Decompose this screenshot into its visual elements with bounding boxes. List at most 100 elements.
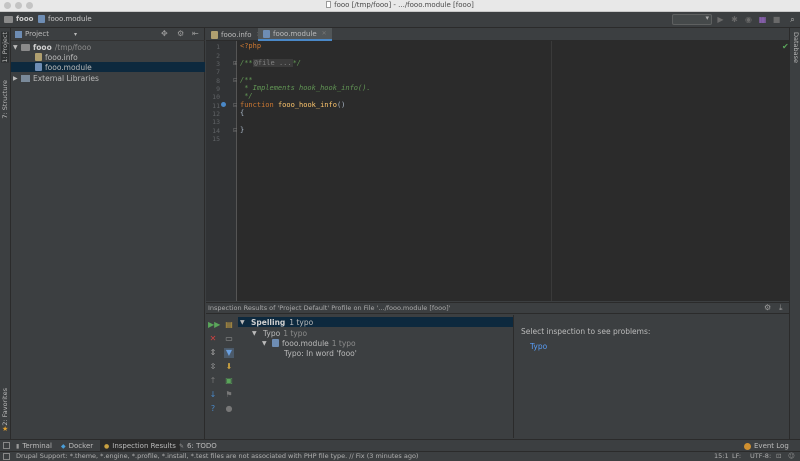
code-token: */ — [292, 59, 302, 67]
window-title-text: fooo [/tmp/fooo] - .../fooo.module [fooo… — [334, 1, 474, 9]
inspection-ok-check-icon[interactable]: ✔ — [782, 42, 789, 51]
scroll-from-source-icon[interactable]: ✥ — [161, 29, 168, 38]
structure-tool-tab-label: 7: Structure — [1, 80, 9, 119]
stop-icon[interactable]: ■ — [772, 15, 781, 24]
file-encoding[interactable]: UTF-8: — [750, 452, 771, 460]
inspection-toolbar: ▶▶ ▤ ✕ ▭ ⇕ ▼ ⇳ ⬇ ↑ ▣ ↓ ⚑ ? ● — [206, 315, 238, 438]
inspection-typo-link[interactable]: Typo — [530, 342, 547, 351]
editor-gutter[interactable]: 1 2 3 7 8 9 10 11 12 13 14 15 ⊞ ⊟ ⊟ ⊟ — [206, 41, 238, 301]
code-token: fooo_hook_info — [277, 101, 337, 109]
tree-item-file[interactable]: ▼ fooo.module 1 typo — [262, 338, 356, 348]
hide-panel-icon[interactable]: ⤓ — [779, 303, 783, 313]
edit-settings-icon[interactable]: ▣ — [224, 376, 234, 386]
tree-item-label: fooo.module — [282, 338, 329, 348]
line-number: 11 — [212, 102, 220, 110]
line-number: 1 — [216, 43, 220, 51]
help-icon[interactable]: ? — [208, 404, 218, 414]
window-title-bar: fooo [/tmp/fooo] - .../fooo.module [fooo… — [0, 0, 800, 12]
export-icon[interactable]: ⬇ — [224, 362, 234, 372]
project-tool-tab-label: 1: Project — [1, 32, 9, 63]
code-line-14: } — [240, 126, 245, 134]
favorites-tool-tab[interactable]: 2: Favorites — [1, 388, 9, 426]
code-line-10: */ — [240, 92, 253, 100]
code-line-12: { — [240, 109, 245, 117]
code-token: function — [240, 101, 274, 109]
collapse-all-icon[interactable]: ⇳ — [208, 362, 218, 372]
tree-item-external-libraries[interactable]: ▶ External Libraries — [11, 73, 205, 83]
database-tool-tab[interactable]: Database — [792, 32, 800, 63]
run-icon[interactable]: ▶ — [716, 15, 725, 24]
suppress-icon[interactable]: ⚑ — [224, 390, 234, 400]
code-token: () — [336, 101, 346, 109]
settings-gear-icon[interactable]: ⚙ — [764, 303, 771, 312]
status-toggle-icon[interactable] — [3, 453, 10, 460]
tab-label: Inspection Results — [112, 442, 176, 450]
info-file-icon — [35, 53, 42, 61]
settings-gear-icon[interactable]: ⚙ — [177, 29, 184, 38]
coverage-icon[interactable]: ◉ — [744, 15, 753, 24]
expand-all-icon[interactable]: ⇕ — [208, 348, 218, 358]
group-by-icon[interactable]: ▤ — [224, 320, 234, 330]
inspection-panel-header: Inspection Results of 'Project Default' … — [206, 302, 789, 314]
line-separator[interactable]: LF: — [732, 452, 741, 460]
tab-label: Terminal — [22, 442, 52, 450]
previous-occurrence-icon[interactable]: ↑ — [208, 376, 218, 386]
breadcrumb-project-label: fooo — [16, 15, 34, 23]
project-tool-tab[interactable]: 1: Project — [1, 32, 9, 63]
info-file-icon — [211, 30, 218, 39]
tree-item-label: fooo.info — [45, 52, 78, 62]
project-view-selector[interactable]: Project ▾ — [15, 30, 77, 38]
left-tool-stripe: 1: Project 7: Structure 2: Favorites ★ — [0, 28, 11, 440]
search-everywhere-icon[interactable]: ⌕ — [788, 15, 797, 24]
line-number: 9 — [216, 85, 220, 93]
window-title: fooo [/tmp/fooo] - .../fooo.module [fooo… — [0, 1, 800, 9]
caret-position[interactable]: 15:1 — [714, 452, 729, 460]
project-panel: Project ▾ ✥ ⚙ ⇤ ▼ fooo /tmp/fooo fooo.in… — [11, 28, 205, 440]
tree-item-label: Spelling — [251, 317, 286, 327]
tree-item-project-root[interactable]: ▼ fooo /tmp/fooo — [11, 42, 205, 52]
tab-label: fooo.info — [221, 30, 252, 39]
structure-tool-tab[interactable]: 7: Structure — [1, 80, 9, 119]
navigation-bar: fooo fooo.module ▶ ✱ ◉ ▦ ■ ⌕ — [0, 12, 800, 28]
line-number: 3 — [216, 60, 220, 68]
tab-label: 6: TODO — [187, 442, 217, 450]
docker-icon: ◆ — [61, 442, 66, 450]
tab-label: fooo.module — [273, 29, 317, 38]
group-by-directory-icon[interactable]: ▭ — [224, 334, 234, 344]
inspector-hector-icon[interactable]: ☺ — [788, 452, 795, 460]
close-tab-icon[interactable]: ✕ — [322, 30, 327, 37]
folder-icon — [21, 43, 30, 51]
expand-arrow-icon: ▼ — [240, 318, 245, 326]
folded-region[interactable]: @file ... — [252, 59, 293, 67]
debug-icon[interactable]: ✱ — [730, 15, 739, 24]
filter-icon[interactable]: ▼ — [224, 348, 234, 358]
close-icon[interactable]: ✕ — [208, 334, 218, 344]
tree-item-problem[interactable]: Typo: In word 'fooo' — [284, 348, 357, 358]
tab-fooo-module[interactable]: fooo.module ✕ — [258, 28, 332, 41]
rerun-icon[interactable]: ▶▶ — [208, 320, 220, 330]
favorites-tool-tab-label: 2: Favorites — [1, 388, 9, 426]
project-panel-header: Project ▾ ✥ ⚙ ⇤ — [11, 28, 205, 41]
implements-marker-icon[interactable] — [221, 102, 226, 107]
code-line-9: * Implements hook_hook_info(). — [240, 84, 371, 92]
inspection-header-title: Inspection Results of 'Project Default' … — [208, 304, 451, 312]
tool-windows-toggle-icon[interactable] — [3, 442, 10, 449]
run-configuration-dropdown[interactable] — [672, 14, 712, 25]
expand-arrow-icon: ▼ — [13, 43, 18, 51]
quick-fix-bulb-icon[interactable]: ● — [224, 404, 234, 414]
tree-item-label: External Libraries — [33, 73, 99, 83]
breadcrumb-file[interactable]: fooo.module — [38, 15, 92, 23]
tree-item-spelling[interactable]: ▼ Spelling 1 typo — [238, 317, 513, 327]
lock-icon[interactable]: ⊡ — [776, 452, 781, 460]
tree-item-typo[interactable]: ▼ Typo 1 typo — [252, 328, 307, 338]
status-message[interactable]: Drupal Support: *.theme, *.engine, *.pro… — [16, 452, 418, 460]
breadcrumb-project[interactable]: fooo — [4, 15, 33, 23]
tree-item-fooo-module[interactable]: fooo.module — [11, 62, 205, 72]
profiler-icon[interactable]: ▦ — [758, 15, 767, 24]
tree-item-fooo-info[interactable]: fooo.info — [11, 52, 205, 62]
tree-item-count: 1 typo — [283, 328, 308, 338]
hide-panel-icon[interactable]: ⇤ — [192, 29, 199, 38]
code-editor[interactable]: <?php /**@file ...*/ /** * Implements ho… — [237, 41, 789, 301]
event-log-icon — [744, 442, 751, 450]
next-occurrence-icon[interactable]: ↓ — [208, 390, 218, 400]
